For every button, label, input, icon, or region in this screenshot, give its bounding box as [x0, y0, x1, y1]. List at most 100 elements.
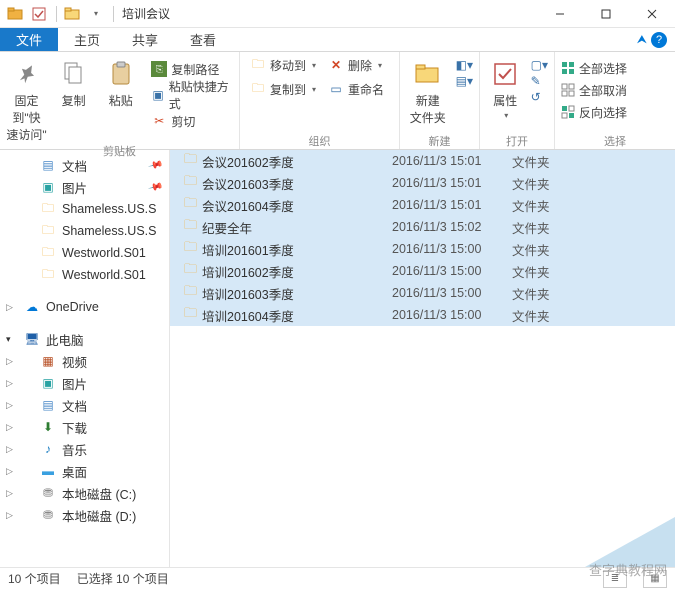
nav-item-docs2[interactable]: ▷ ▤ 文档: [0, 394, 169, 416]
chevron-right-icon[interactable]: ▷: [6, 378, 13, 389]
tab-file[interactable]: 文件: [0, 28, 58, 51]
qat-newfolder-icon[interactable]: [61, 3, 83, 25]
computer-icon: 🖥: [24, 331, 40, 347]
nav-item-pics[interactable]: ▣ 图片 📌: [0, 176, 169, 198]
pin-icon: 📌: [147, 179, 163, 195]
maximize-button[interactable]: [583, 0, 629, 28]
qat-dropdown-icon[interactable]: ▾: [85, 3, 107, 25]
chevron-right-icon[interactable]: ▷: [6, 302, 13, 313]
list-item[interactable]: 🗀纪要全年2016/11/3 15:02文件夹: [170, 216, 675, 238]
easy-access-icon[interactable]: ▤▾: [456, 74, 473, 88]
ribbon-group-clipboard: 固定到"快 速访问" 复制 粘贴 ⎘ 复制路径 ▣: [0, 52, 240, 149]
tab-view[interactable]: 查看: [174, 28, 232, 51]
nav-item-thispc[interactable]: ▾ 🖥 此电脑: [0, 328, 169, 350]
delete-button[interactable]: ✕ 删除 ▾: [324, 54, 386, 76]
delete-icon: ✕: [328, 57, 344, 73]
list-item[interactable]: 🗀培训201602季度2016/11/3 15:00文件夹: [170, 260, 675, 282]
history-icon[interactable]: ↺: [531, 90, 548, 104]
item-count: 10 个项目: [8, 570, 61, 587]
nav-item-video[interactable]: ▷ ▦ 视频: [0, 350, 169, 372]
tab-share[interactable]: 共享: [116, 28, 174, 51]
nav-item-ddrive[interactable]: ▷ ⛃ 本地磁盘 (D:): [0, 504, 169, 526]
copy-to-button[interactable]: 🗀 复制到 ▾: [246, 78, 320, 100]
nav-item-folder[interactable]: 🗀 Shameless.US.S: [0, 220, 169, 242]
nav-item-folder[interactable]: 🗀 Shameless.US.S: [0, 198, 169, 220]
group-label-new: 新建: [406, 133, 473, 149]
minimize-button[interactable]: [537, 0, 583, 28]
help-icon[interactable]: ?: [651, 32, 667, 48]
chevron-right-icon[interactable]: ▷: [6, 422, 13, 433]
paste-shortcut-button[interactable]: ▣ 粘贴快捷方式: [147, 84, 233, 106]
rename-button[interactable]: ▭ 重命名: [324, 78, 388, 100]
new-item-icon[interactable]: ◧▾: [456, 58, 473, 72]
list-item[interactable]: 🗀培训201601季度2016/11/3 15:00文件夹: [170, 238, 675, 260]
window-controls: [537, 0, 675, 28]
chevron-right-icon[interactable]: ▷: [6, 466, 13, 477]
ribbon-tabs: 文件 主页 共享 查看 ⮝ ?: [0, 28, 675, 52]
nav-item-pics2[interactable]: ▷ ▣ 图片: [0, 372, 169, 394]
folder-icon: 🗀: [184, 260, 202, 282]
list-item[interactable]: 🗀会议201603季度2016/11/3 15:01文件夹: [170, 172, 675, 194]
cut-button[interactable]: ✂ 剪切: [147, 110, 233, 132]
separator: [113, 6, 114, 22]
nav-item-cdrive[interactable]: ▷ ⛃ 本地磁盘 (C:): [0, 482, 169, 504]
folder-icon: 🗀: [40, 245, 56, 261]
chevron-right-icon[interactable]: ▷: [6, 444, 13, 455]
view-details-button[interactable]: ≣: [603, 570, 627, 588]
nav-item-docs[interactable]: ▤ 文档 📌: [0, 154, 169, 176]
select-none-button[interactable]: 全部取消: [561, 80, 627, 100]
chevron-down-icon: ▾: [312, 61, 316, 70]
pin-quickaccess-button[interactable]: 固定到"快 速访问": [6, 54, 47, 143]
list-item[interactable]: 🗀培训201604季度2016/11/3 15:00文件夹: [170, 304, 675, 326]
chevron-right-icon[interactable]: ▷: [6, 400, 13, 411]
paste-button[interactable]: 粘贴: [100, 54, 141, 109]
view-icons-button[interactable]: ▦: [643, 570, 667, 588]
new-folder-button[interactable]: 新建 文件夹: [406, 54, 450, 126]
nav-item-downloads[interactable]: ▷ ⬇ 下载: [0, 416, 169, 438]
ribbon-group-open: 属性 ▾ ▢▾ ✎ ↺ 打开: [480, 52, 555, 149]
open-icon[interactable]: ▢▾: [531, 58, 548, 72]
copy-path-button[interactable]: ⎘ 复制路径: [147, 58, 233, 80]
document-icon: ▤: [40, 157, 56, 173]
pictures-icon: ▣: [40, 375, 56, 391]
properties-icon: [489, 58, 521, 90]
selected-count: 已选择 10 个项目: [77, 570, 169, 587]
move-to-button[interactable]: 🗀 移动到 ▾: [246, 54, 320, 76]
file-list[interactable]: 🗀会议201602季度2016/11/3 15:01文件夹 🗀会议201603季…: [170, 150, 675, 567]
invert-selection-button[interactable]: 反向选择: [561, 102, 627, 122]
select-all-button[interactable]: 全部选择: [561, 58, 627, 78]
window-title: 培训会议: [122, 5, 170, 22]
properties-button[interactable]: 属性 ▾: [486, 54, 525, 120]
list-item[interactable]: 🗀会议201604季度2016/11/3 15:01文件夹: [170, 194, 675, 216]
copy-button[interactable]: 复制: [53, 54, 94, 109]
folder-icon: 🗀: [184, 304, 202, 326]
list-item[interactable]: 🗀培训201603季度2016/11/3 15:00文件夹: [170, 282, 675, 304]
tab-home[interactable]: 主页: [58, 28, 116, 51]
minimize-ribbon-icon[interactable]: ⮝: [637, 32, 647, 47]
qat-folder-icon[interactable]: [4, 3, 26, 25]
nav-item-onedrive[interactable]: ▷ ☁ OneDrive: [0, 296, 169, 318]
close-button[interactable]: [629, 0, 675, 28]
chevron-right-icon[interactable]: ▷: [6, 510, 13, 521]
music-icon: ♪: [40, 441, 56, 457]
new-folder-icon: [412, 58, 444, 90]
edit-icon[interactable]: ✎: [531, 74, 548, 88]
pictures-icon: ▣: [40, 179, 56, 195]
chevron-right-icon[interactable]: ▷: [6, 356, 13, 367]
folder-icon: 🗀: [184, 238, 202, 260]
chevron-down-icon[interactable]: ▾: [6, 334, 11, 345]
navigation-pane: ▤ 文档 📌 ▣ 图片 📌 🗀 Shameless.US.S 🗀 Shamele…: [0, 150, 170, 567]
qat-properties-icon[interactable]: [28, 3, 50, 25]
nav-item-desktop[interactable]: ▷ ▬ 桌面: [0, 460, 169, 482]
list-item[interactable]: 🗀会议201602季度2016/11/3 15:01文件夹: [170, 150, 675, 172]
nav-item-folder[interactable]: 🗀 Westworld.S01: [0, 264, 169, 286]
nav-item-folder[interactable]: 🗀 Westworld.S01: [0, 242, 169, 264]
nav-item-music[interactable]: ▷ ♪ 音乐: [0, 438, 169, 460]
copy-icon: [58, 58, 90, 90]
pin-icon: [11, 58, 43, 90]
group-label-organize: 组织: [246, 133, 393, 149]
chevron-right-icon[interactable]: ▷: [6, 488, 13, 499]
separator: [56, 6, 57, 22]
folder-icon: 🗀: [184, 282, 202, 304]
folder-icon: 🗀: [184, 150, 202, 172]
